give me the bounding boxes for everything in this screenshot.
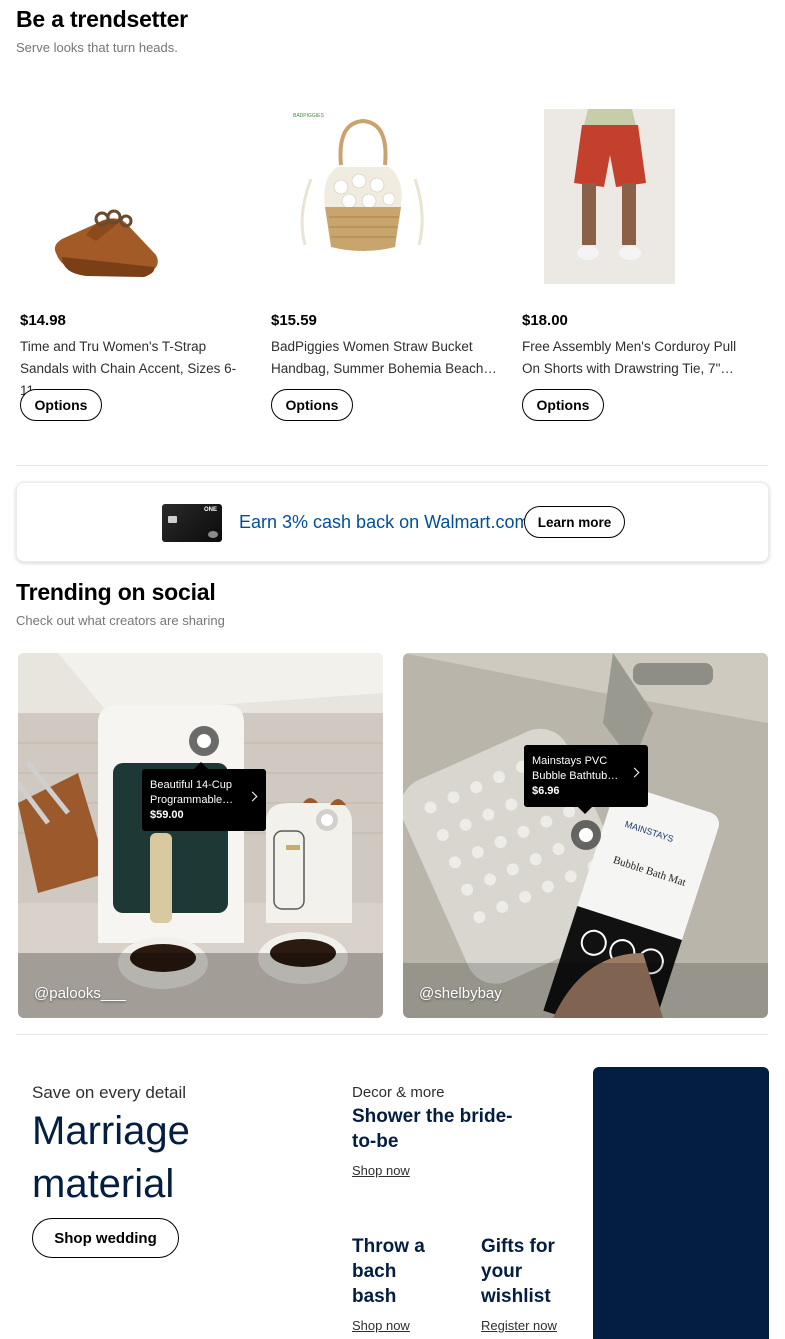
section-subtitle-social: Check out what creators are sharing <box>16 613 225 628</box>
shop-now-link[interactable]: Shop now <box>352 1318 410 1333</box>
coffee-maker-photo <box>18 653 383 1018</box>
shop-wedding-button[interactable]: Shop wedding <box>32 1218 179 1258</box>
product-tooltip[interactable]: Mainstays PVC Bubble Bathtub… $6.96 <box>524 745 648 814</box>
wedding-title: Marriage material <box>32 1109 190 1206</box>
chevron-right-icon <box>247 791 258 802</box>
creator-handle[interactable]: @shelbybay <box>419 985 502 1002</box>
tile-title-bach[interactable]: Throw a bach bash <box>352 1234 442 1309</box>
options-button[interactable]: Options <box>271 389 353 421</box>
tooltip-product-name: Beautiful 14-Cup Programmable… <box>150 779 234 806</box>
tile-title-shower[interactable]: Shower the bride-to-be <box>352 1104 522 1154</box>
creator-handle[interactable]: @palooks___ <box>34 985 126 1002</box>
cashback-text: Earn 3% cash back on Walmart.com <box>239 512 530 532</box>
options-button[interactable]: Options <box>522 389 604 421</box>
options-button[interactable]: Options <box>20 389 102 421</box>
tile-title-gifts[interactable]: Gifts for your wishlist <box>481 1234 576 1309</box>
tooltip-product-price: $6.96 <box>532 785 560 797</box>
tooltip-product-price: $59.00 <box>150 809 184 821</box>
product-name-link[interactable]: BadPiggies Women Straw Bucket Handbag, S… <box>271 336 499 380</box>
product-hotspot[interactable] <box>571 820 601 850</box>
section-subtitle-trendsetter: Serve looks that turn heads. <box>16 40 178 55</box>
wedding-kicker: Save on every detail <box>32 1083 187 1102</box>
shop-now-link[interactable]: Shop now <box>352 1163 410 1178</box>
section-divider <box>16 1034 768 1035</box>
social-post-card[interactable]: MAINSTAYS Bubble Bath Mat Mainstays PVC … <box>403 653 768 1018</box>
shorts-image[interactable] <box>518 95 753 295</box>
product-tooltip[interactable]: Beautiful 14-Cup Programmable… $59.00 <box>142 762 266 831</box>
product-price: $14.98 <box>20 312 66 329</box>
product-price: $15.59 <box>271 312 317 329</box>
wedding-promo-panel[interactable] <box>593 1067 769 1339</box>
section-divider <box>16 465 768 466</box>
register-now-link[interactable]: Register now <box>481 1318 557 1333</box>
walmart-card-icon: ONE <box>162 504 222 542</box>
chevron-right-icon <box>629 767 640 778</box>
section-title-trendsetter: Be a trendsetter <box>16 6 188 32</box>
handbag-image[interactable]: BADPIGGIES <box>267 95 502 295</box>
svg-text:BADPIGGIES: BADPIGGIES <box>293 113 325 119</box>
product-hotspot[interactable] <box>316 809 338 831</box>
social-post-card[interactable]: Beautiful 14-Cup Programmable… $59.00 @p… <box>18 653 383 1018</box>
tile-kicker: Decor & more <box>352 1084 445 1101</box>
cashback-promo-banner[interactable]: ONE Earn 3% cash back on Walmart.com Lea… <box>16 482 769 562</box>
sandal-image[interactable] <box>16 95 251 295</box>
section-title-social: Trending on social <box>16 579 216 605</box>
product-price: $18.00 <box>522 312 568 329</box>
tooltip-product-name: Mainstays PVC Bubble Bathtub… <box>532 755 619 782</box>
product-name-link[interactable]: Free Assembly Men's Corduroy Pull On Sho… <box>522 336 750 380</box>
learn-more-button[interactable]: Learn more <box>524 506 625 538</box>
product-hotspot[interactable] <box>189 726 219 756</box>
